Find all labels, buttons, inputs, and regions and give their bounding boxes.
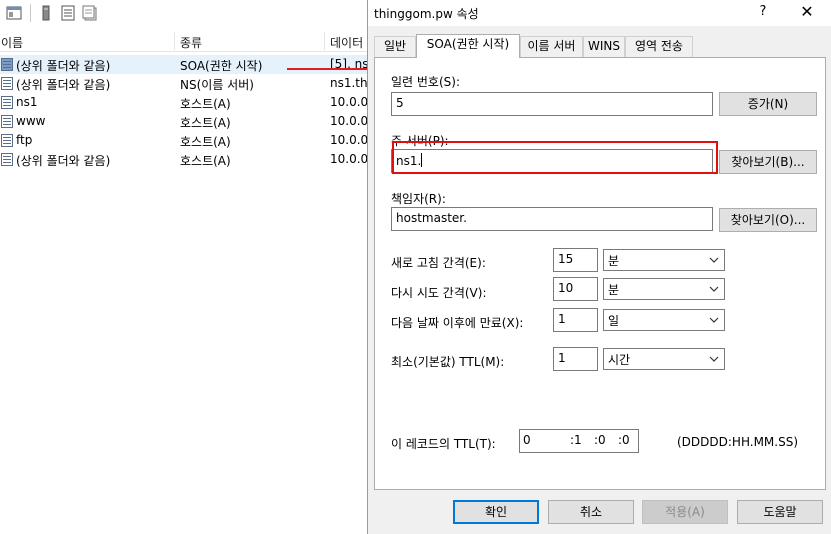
ok-button[interactable]: 확인 (453, 500, 539, 524)
help-icon[interactable]: ? (752, 2, 774, 24)
toolbar (0, 0, 367, 26)
tab-zone-transfers[interactable]: 영역 전송 (625, 36, 693, 57)
row-type: 호스트(A) (180, 116, 231, 130)
minimum-ttl-unit-value: 시간 (608, 353, 631, 367)
chevron-down-icon (709, 286, 719, 292)
help-button[interactable]: 도움말 (737, 500, 823, 524)
record-icon (1, 115, 13, 128)
record-ttl-field[interactable]: 0 :1 :0 :0 (519, 429, 639, 453)
row-data: 10.0.0. (330, 133, 367, 147)
browse-responsible-button[interactable]: 찾아보기(O)... (719, 208, 817, 232)
list-icon[interactable] (60, 5, 76, 21)
row-type: SOA(권한 시작) (180, 59, 263, 73)
record-icon (1, 58, 13, 71)
ttl-hours[interactable]: :1 (570, 433, 582, 447)
tab-soa[interactable]: SOA(권한 시작) (416, 34, 520, 58)
table-row[interactable]: (상위 폴더와 같음) 호스트(A) 10.0.0. (0, 150, 367, 169)
row-type: 호스트(A) (180, 154, 231, 168)
close-icon[interactable]: ✕ (792, 2, 822, 24)
serial-label: 일련 번호(S): (391, 75, 460, 89)
minimum-ttl-label: 최소(기본값) TTL(M): (391, 355, 505, 369)
table-row[interactable]: www 호스트(A) 10.0.0. (0, 112, 367, 131)
refresh-unit-value: 분 (608, 254, 620, 268)
column-separator[interactable] (324, 32, 325, 50)
row-type: 호스트(A) (180, 135, 231, 149)
column-header-name[interactable]: 이름 (1, 34, 23, 51)
record-ttl-label: 이 레코드의 TTL(T): (391, 437, 496, 451)
ttl-days[interactable]: 0 (523, 433, 531, 447)
server-icon[interactable] (38, 5, 54, 21)
primary-server-field[interactable]: ns1. (391, 149, 713, 173)
table-row[interactable]: ns1 호스트(A) 10.0.0. (0, 93, 367, 112)
chevron-down-icon (709, 356, 719, 362)
browse-primary-server-button[interactable]: 찾아보기(B)... (719, 150, 817, 174)
text-cursor (421, 153, 423, 167)
column-separator[interactable] (174, 32, 175, 50)
minimum-ttl-field[interactable]: 1 (553, 347, 598, 371)
record-icon (1, 153, 13, 166)
row-name: ftp (16, 133, 33, 147)
tab-name-servers[interactable]: 이름 서버 (520, 36, 583, 57)
table-row[interactable]: ftp 호스트(A) 10.0.0. (0, 131, 367, 150)
chevron-down-icon (709, 257, 719, 263)
expire-unit-select[interactable]: 일 (603, 309, 725, 331)
increment-button[interactable]: 증가(N) (719, 92, 817, 116)
primary-server-label: 주 서버(P): (391, 134, 449, 148)
column-header-type[interactable]: 종류 (180, 34, 202, 51)
row-name: (상위 폴더와 같음) (16, 59, 111, 73)
refresh-interval-label: 새로 고침 간격(E): (391, 256, 486, 270)
row-data: ns1.thi (330, 76, 367, 90)
retry-interval-field[interactable]: 10 (553, 277, 598, 301)
serial-number-field[interactable]: 5 (391, 92, 713, 116)
responsible-person-label: 책임자(R): (391, 192, 446, 206)
toolbar-separator (30, 4, 31, 22)
view-icon[interactable] (6, 5, 22, 21)
row-data: 10.0.0. (330, 95, 367, 109)
refresh-unit-select[interactable]: 분 (603, 249, 725, 271)
row-data: 10.0.0. (330, 114, 367, 128)
ttl-seconds[interactable]: :0 (618, 433, 630, 447)
retry-unit-value: 분 (608, 283, 620, 297)
column-header-data[interactable]: 데이터 (330, 34, 363, 51)
row-data: 10.0.0. (330, 152, 367, 166)
record-icon (1, 77, 13, 90)
tab-general[interactable]: 일반 (374, 36, 416, 57)
expire-after-field[interactable]: 1 (553, 308, 598, 332)
row-name: ns1 (16, 95, 38, 109)
retry-unit-select[interactable]: 분 (603, 278, 725, 300)
soa-panel: 일련 번호(S): 5 증가(N) 주 서버(P): ns1. 찾아보기(B).… (374, 57, 826, 490)
cancel-button[interactable]: 취소 (548, 500, 634, 524)
expire-unit-value: 일 (608, 314, 620, 328)
list-header: 이름 종류 데이터 (0, 30, 367, 52)
ttl-format-hint: (DDDDD:HH.MM.SS) (677, 435, 799, 449)
row-name: www (16, 114, 46, 128)
row-name: (상위 폴더와 같음) (16, 78, 111, 92)
responsible-person-field[interactable]: hostmaster. (391, 207, 713, 231)
row-name: (상위 폴더와 같음) (16, 154, 111, 168)
table-row[interactable]: (상위 폴더와 같음) SOA(권한 시작) [5], ns (0, 55, 367, 74)
row-type: NS(이름 서버) (180, 78, 254, 92)
retry-interval-label: 다시 시도 간격(V): (391, 286, 487, 300)
minimum-ttl-unit-select[interactable]: 시간 (603, 348, 725, 370)
table-row[interactable]: (상위 폴더와 같음) NS(이름 서버) ns1.thi (0, 74, 367, 93)
apply-button[interactable]: 적용(A) (642, 500, 728, 524)
dialog-title: thinggom.pw 속성 (374, 7, 479, 21)
chevron-down-icon (709, 317, 719, 323)
ttl-minutes[interactable]: :0 (594, 433, 606, 447)
row-type: 호스트(A) (180, 97, 231, 111)
record-icon (1, 134, 13, 147)
refresh-interval-field[interactable]: 15 (553, 248, 598, 272)
properties-icon[interactable] (82, 5, 98, 21)
record-icon (1, 96, 13, 109)
dialog-titlebar[interactable]: thinggom.pw 속성 ? ✕ (368, 0, 831, 26)
expire-after-label: 다음 날짜 이후에 만료(X): (391, 316, 524, 330)
tab-wins[interactable]: WINS (583, 36, 625, 57)
properties-dialog: thinggom.pw 속성 ? ✕ 일반 SOA(권한 시작) 이름 서버 W… (367, 0, 831, 534)
